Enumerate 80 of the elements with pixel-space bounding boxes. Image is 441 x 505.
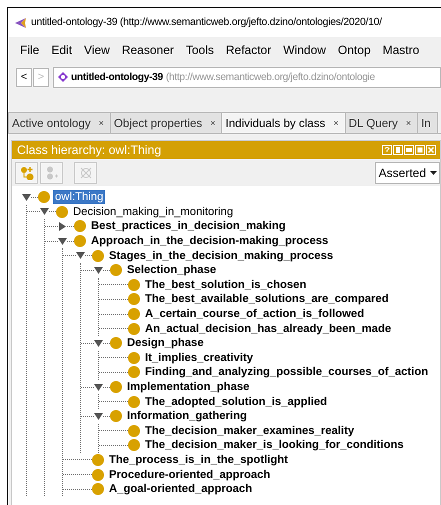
class-icon [74, 235, 86, 248]
mode-dropdown[interactable]: Asserted [374, 162, 440, 184]
class-icon [92, 483, 104, 496]
collapse-arrow-icon[interactable] [94, 266, 103, 275]
class-icon [56, 206, 68, 218]
ontology-icon [58, 72, 68, 82]
tree-item[interactable]: Design_phase [125, 336, 206, 350]
class-icon [128, 322, 140, 335]
tree-item[interactable]: A_goal-oriented_approach [107, 482, 254, 496]
menu-item[interactable]: Edit [45, 43, 78, 57]
menu-item[interactable]: Mastro [376, 43, 426, 57]
tree-item[interactable]: Selection_phase [125, 263, 218, 278]
dropdown-arrow-icon [430, 170, 437, 174]
menu-item[interactable]: Tools [180, 43, 220, 57]
tree-item[interactable]: owl:Thing [53, 190, 106, 204]
collapse-arrow-icon[interactable] [58, 236, 67, 246]
tree-item[interactable]: Information_gathering [125, 409, 249, 424]
class-icon [92, 250, 104, 262]
tree-item[interactable]: Stages_in_the_decision_making_process [107, 248, 336, 263]
tree-item[interactable]: The_decision_maker_is_looking_for_conditions [143, 438, 406, 452]
close-tab-button[interactable]: × [406, 118, 412, 128]
add-subclass-icon [20, 166, 34, 180]
class-icon [110, 381, 122, 394]
back-button[interactable]: < [16, 68, 32, 86]
tab[interactable]: In [417, 112, 438, 133]
class-icon [128, 293, 140, 306]
tree-item[interactable]: The_best_solution_is_chosen [143, 278, 308, 292]
tree-item[interactable]: Finding_and_analyzing_possible_courses_of_action [143, 365, 430, 380]
class-icon [92, 454, 104, 466]
menu-item[interactable]: Reasoner [116, 43, 180, 57]
tree-item[interactable]: The_best_available_solutions_are_compared [143, 292, 391, 306]
tree-item[interactable]: An_actual_decision_has_already_been_made [143, 322, 394, 336]
tab[interactable]: Active ontology × [8, 112, 111, 133]
ontology-address-field[interactable]: untitled-ontology-39 (http://www.semanticweb.org/jefto.dzino/ontologie [53, 66, 441, 88]
class-icon [128, 439, 140, 452]
panel-title: Class hierarchy: owl:Thing [17, 143, 162, 157]
delete-icon [78, 166, 92, 180]
tab[interactable]: DL Query × [344, 112, 418, 133]
class-icon [110, 264, 122, 276]
class-icon [128, 396, 140, 408]
menu-item[interactable]: File [14, 43, 46, 57]
collapse-arrow-icon[interactable] [40, 207, 49, 216]
class-icon [92, 468, 104, 481]
tab[interactable]: Individuals by class × [221, 112, 346, 133]
close-tab-button[interactable]: × [333, 118, 339, 128]
class-icon [128, 278, 140, 291]
tree-item[interactable]: The_adopted_solution_is_applied [143, 394, 330, 409]
menu-item[interactable]: Ontop [332, 43, 377, 57]
class-icon [128, 352, 140, 364]
tree-item[interactable]: A_certain_course_of_action_is_followed [143, 307, 366, 322]
tree-item[interactable]: The_process_is_in_the_spotlight [107, 452, 290, 467]
tree-item[interactable]: Procedure-oriented_approach [107, 468, 272, 482]
close-tab-button[interactable]: × [98, 118, 104, 128]
window-title: untitled-ontology-39 (http://www.semanticweb.org/jefto.dzino/ontologies/2020/10/ [31, 17, 382, 28]
tab[interactable]: Object properties × [110, 112, 222, 133]
menu-item[interactable]: Window [277, 43, 332, 57]
class-icon [128, 424, 140, 437]
add-sibling-icon [44, 166, 58, 180]
class-icon [38, 191, 50, 204]
tree-item[interactable]: The_decision_maker_examines_reality [143, 424, 356, 438]
class-icon [128, 366, 140, 378]
tree-item[interactable]: Best_practices_in_decision_making [89, 219, 288, 234]
expand-arrow-icon[interactable] [58, 222, 67, 231]
collapse-arrow-icon[interactable] [76, 251, 85, 260]
collapse-arrow-icon[interactable] [22, 192, 31, 202]
tree-item[interactable]: It_implies_creativity [143, 350, 256, 365]
app-logo-icon [14, 16, 27, 28]
class-icon [110, 410, 122, 422]
tree-item[interactable]: Decision_making_in_monitoring [71, 204, 236, 219]
tree-item[interactable]: Implementation_phase [125, 380, 252, 394]
class-icon [74, 220, 86, 232]
collapse-arrow-icon[interactable] [94, 338, 103, 348]
tree-item[interactable]: Approach_in_the_decision-making_process [89, 234, 330, 248]
close-tab-button[interactable]: × [210, 118, 216, 128]
menu-item[interactable]: View [78, 43, 116, 57]
class-icon [128, 308, 140, 320]
menu-item[interactable]: Refactor [220, 43, 278, 57]
collapse-arrow-icon[interactable] [94, 382, 103, 392]
collapse-arrow-icon[interactable] [94, 412, 103, 421]
class-icon [110, 337, 122, 350]
